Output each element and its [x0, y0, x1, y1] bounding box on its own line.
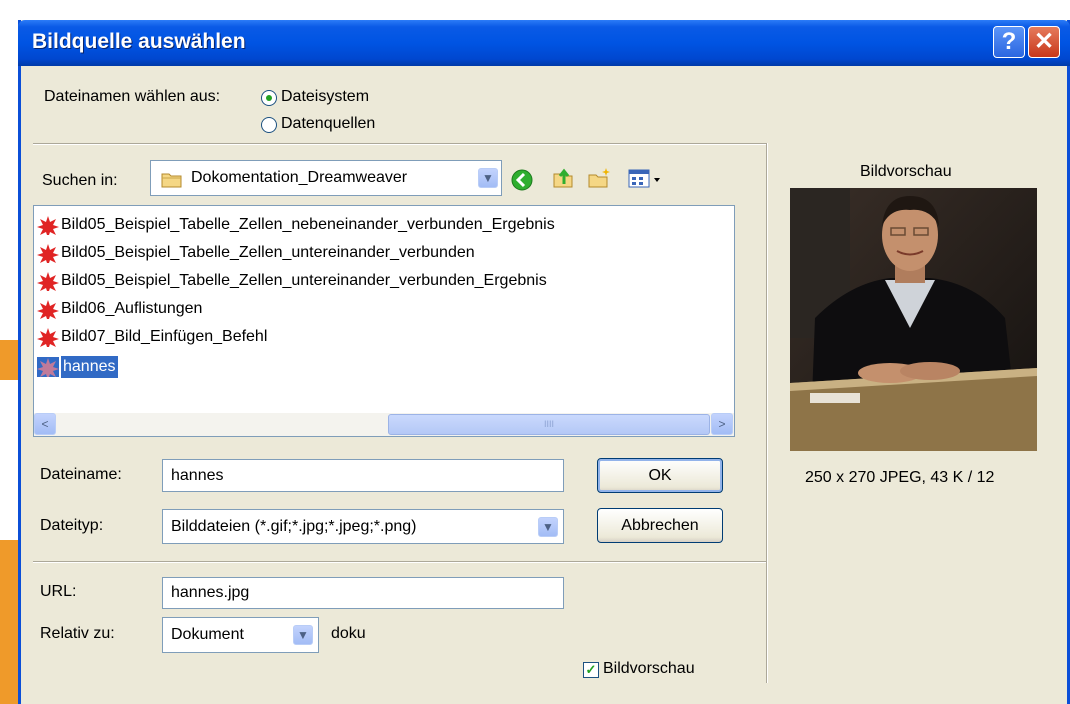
- file-list[interactable]: Bild05_Beispiel_Tabelle_Zellen_nebeneina…: [33, 205, 735, 437]
- relative-doc-name: doku: [331, 625, 366, 642]
- image-file-icon: [37, 328, 59, 347]
- desktop-background-accent: [0, 540, 20, 704]
- filename-label: Dateiname:: [40, 466, 122, 483]
- radio-dateisystem[interactable]: [261, 90, 277, 106]
- scrollbar-thumb[interactable]: IIII: [388, 414, 710, 435]
- radio-datenquellen-label[interactable]: Datenquellen: [281, 115, 375, 133]
- url-field[interactable]: hannes.jpg: [162, 577, 564, 609]
- help-button[interactable]: ?: [993, 26, 1025, 58]
- radio-datenquellen[interactable]: [261, 117, 277, 133]
- radio-dateisystem-label[interactable]: Dateisystem: [281, 88, 369, 106]
- relative-select[interactable]: Dokument ▼: [162, 617, 319, 653]
- cancel-button[interactable]: Abbrechen: [597, 508, 723, 543]
- separator: [766, 143, 768, 683]
- folder-icon: [161, 173, 182, 188]
- preview-info: 250 x 270 JPEG, 43 K / 12: [805, 469, 995, 486]
- preview-image: [790, 188, 1037, 451]
- chevron-down-icon[interactable]: ▼: [478, 168, 498, 188]
- horizontal-scrollbar[interactable]: < IIII >: [34, 413, 734, 436]
- url-label: URL:: [40, 583, 77, 600]
- view-menu-icon[interactable]: [627, 167, 667, 191]
- new-folder-icon[interactable]: [587, 166, 611, 190]
- relative-label: Relativ zu:: [40, 625, 115, 642]
- preview-title: Bildvorschau: [860, 163, 952, 180]
- image-file-icon: [37, 216, 59, 235]
- lookin-label: Suchen in:: [42, 172, 118, 189]
- desktop-background-accent: [0, 340, 20, 380]
- preview-checkbox-label[interactable]: Bildvorschau: [603, 660, 695, 678]
- separator: [33, 561, 766, 563]
- up-folder-icon[interactable]: [551, 166, 575, 190]
- lookin-folder-name: Dokomentation_Dreamweaver: [191, 169, 408, 186]
- image-file-icon: [37, 357, 59, 377]
- image-file-icon: [37, 300, 59, 319]
- preview-checkbox[interactable]: ✓: [583, 662, 599, 678]
- filetype-label: Dateityp:: [40, 517, 104, 534]
- scroll-left-button[interactable]: <: [34, 413, 56, 435]
- close-button[interactable]: ✕: [1028, 26, 1060, 58]
- chevron-down-icon[interactable]: ▼: [293, 625, 313, 645]
- lookin-combobox[interactable]: Dokomentation_Dreamweaver ▼: [150, 160, 502, 196]
- filetype-select[interactable]: Bilddateien (*.gif;*.jpg;*.jpeg;*.png) ▼: [162, 509, 564, 544]
- separator: [33, 143, 766, 145]
- back-icon[interactable]: [510, 168, 534, 192]
- scroll-right-button[interactable]: >: [711, 413, 733, 435]
- image-file-icon: [37, 244, 59, 263]
- dialog-title: Bildquelle auswählen: [32, 30, 246, 53]
- ok-button[interactable]: OK: [597, 458, 723, 493]
- chevron-down-icon[interactable]: ▼: [538, 517, 558, 537]
- filename-field[interactable]: hannes: [162, 459, 564, 492]
- source-label: Dateinamen wählen aus:: [44, 88, 221, 105]
- image-file-icon: [37, 272, 59, 291]
